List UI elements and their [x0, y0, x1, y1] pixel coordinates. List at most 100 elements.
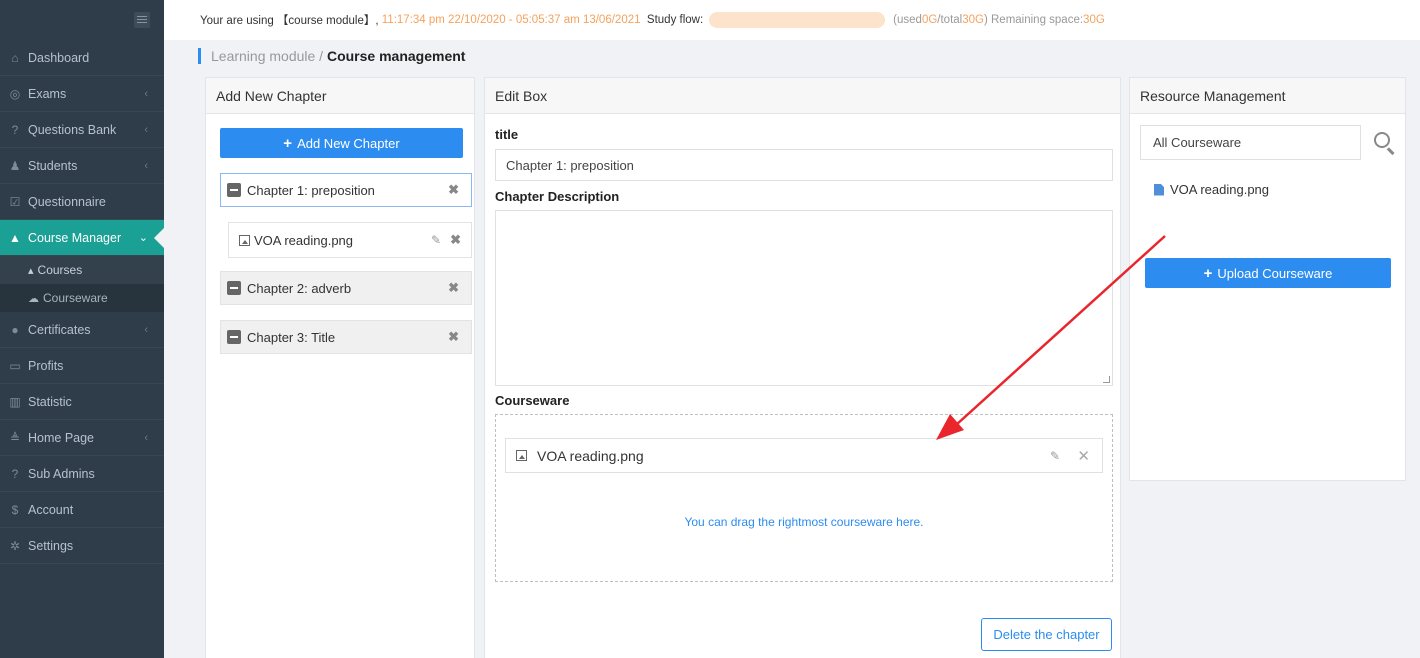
sidebar-subitem-courses[interactable]: ▴ Courses	[0, 256, 164, 284]
sidebar-nav-lower: ● Certificates ‹ ▭ Profits ▥ Statistic ≜ Home Pa…	[0, 312, 164, 564]
resource-file-item[interactable]: VOA reading.png	[1154, 182, 1269, 197]
resize-handle-icon[interactable]	[1103, 376, 1110, 383]
upload-courseware-button[interactable]: + Upload Courseware	[1145, 258, 1391, 288]
chapter-file-item[interactable]: VOA reading.png ✎ ✖	[228, 222, 472, 258]
card-icon: ▭	[9, 358, 21, 373]
chapter-item[interactable]: Chapter 1: preposition ✖	[220, 173, 472, 207]
study-flow-progress-bar	[709, 12, 886, 28]
courseware-file-name: VOA reading.png	[537, 447, 644, 464]
sidebar-item-questionnaire[interactable]: ☑ Questionnaire	[0, 184, 164, 220]
edit-box-panel: Edit Box title Chapter 1: preposition Ch…	[484, 77, 1121, 658]
remaining-prefix: ) Remaining space:	[983, 14, 1084, 26]
sidebar-subitem-label: Courseware	[43, 291, 108, 305]
chevron-icon: ‹	[144, 159, 148, 172]
image-file-icon	[239, 234, 250, 246]
courseware-item[interactable]: VOA reading.png ✎ ✕	[505, 438, 1103, 473]
chapter-item[interactable]: Chapter 2: adverb ✖	[220, 271, 472, 305]
collapse-icon[interactable]	[227, 330, 241, 344]
title-label: title	[495, 127, 519, 142]
sidebar-item-label: Exams	[28, 86, 67, 101]
close-icon[interactable]: ✖	[448, 329, 459, 345]
close-icon[interactable]: ✖	[448, 280, 459, 296]
edit-box-title: Edit Box	[485, 78, 1120, 114]
cloud-icon: ☁	[28, 292, 39, 305]
sidebar-item-label: Settings	[28, 538, 74, 553]
chevron-icon: ⌄	[138, 232, 148, 244]
sidebar-item-statistic[interactable]: ▥ Statistic	[0, 384, 164, 420]
sidebar-item-home-page[interactable]: ≜ Home Page ‹	[0, 420, 164, 456]
drag-hint-text: You can drag the rightmost courseware he…	[684, 515, 924, 529]
sidebar-item-label: Questions Bank	[28, 122, 117, 137]
breadcrumb: Learning module / Course management	[198, 48, 465, 64]
sidebar-item-label: Sub Admins	[28, 466, 95, 481]
chevron-icon: ‹	[144, 87, 148, 100]
check-circle-icon: ◎	[9, 86, 21, 101]
close-icon[interactable]: ✖	[448, 182, 459, 198]
chevron-icon: ‹	[144, 123, 148, 136]
total-prefix: /total	[937, 14, 963, 26]
courseware-label: Courseware	[495, 393, 570, 408]
search-icon[interactable]	[1374, 132, 1390, 148]
sidebar-item-certificates[interactable]: ● Certificates ‹	[0, 312, 164, 348]
breadcrumb-parent[interactable]: Learning module /	[211, 48, 327, 64]
top-status-bar: Your are using 【course module】, 11:17:34…	[164, 0, 1420, 40]
image-file-icon	[516, 450, 527, 461]
license-time-range: 11:17:34 pm 22/10/2020 - 05:05:37 am 13/…	[381, 14, 641, 26]
collapse-icon[interactable]	[227, 281, 241, 295]
close-icon[interactable]: ✕	[1077, 447, 1090, 465]
menu-toggle-icon[interactable]	[134, 12, 150, 28]
sidebar-item-label: Account	[28, 502, 74, 517]
user-group-icon: ♟	[9, 158, 21, 173]
sidebar-item-label: Dashboard	[28, 50, 90, 65]
sidebar-submenu: ▴ Courses ☁ Courseware	[0, 256, 164, 312]
plus-icon: +	[1203, 264, 1213, 282]
sidebar-item-settings[interactable]: ✲ Settings	[0, 528, 164, 564]
close-icon[interactable]: ✖	[450, 232, 461, 248]
breadcrumb-current: Course management	[326, 48, 466, 64]
sidebar-item-label: Students	[28, 158, 78, 173]
bar-chart-icon: ▥	[9, 394, 21, 409]
sidebar-item-questions-bank[interactable]: ? Questions Bank ‹	[0, 112, 164, 148]
sidebar-item-profits[interactable]: ▭ Profits	[0, 348, 164, 384]
sidebar-item-exams[interactable]: ◎ Exams ‹	[0, 76, 164, 112]
add-chapter-label: Add New Chapter	[297, 135, 400, 151]
sidebar-item-label: Certificates	[28, 322, 91, 337]
gear-icon: ✲	[9, 538, 21, 553]
add-chapter-button[interactable]: + Add New Chapter	[220, 128, 463, 158]
courseware-dropzone[interactable]: VOA reading.png ✎ ✕ You can drag the rig…	[495, 414, 1113, 582]
graduation-cap-icon: ▲	[9, 230, 21, 245]
sidebar-item-sub-admins[interactable]: ? Sub Admins	[0, 456, 164, 492]
dollar-icon: $	[11, 502, 19, 517]
chapter-item[interactable]: Chapter 3: Title ✖	[220, 320, 472, 354]
layers-icon: ≜	[9, 430, 21, 445]
delete-chapter-button[interactable]: Delete the chapter	[981, 618, 1112, 651]
file-icon	[1154, 183, 1164, 196]
edit-icon[interactable]: ✎	[1050, 449, 1060, 463]
edit-icon[interactable]: ✎	[431, 233, 441, 247]
chapter-file-name: VOA reading.png	[254, 232, 354, 248]
courseware-filter-input[interactable]: All Courseware	[1140, 125, 1361, 160]
chevron-icon: ‹	[144, 431, 148, 444]
resource-panel-title: Resource Management	[1130, 78, 1405, 114]
sidebar-item-students[interactable]: ♟ Students ‹	[0, 148, 164, 184]
chapter-title: Chapter 1: preposition	[247, 182, 375, 198]
study-flow-label: Study flow:	[646, 14, 704, 26]
chapter-description-textarea[interactable]	[495, 210, 1113, 386]
sidebar-item-dashboard[interactable]: ⌂ Dashboard	[0, 40, 164, 76]
chapter-title-input[interactable]: Chapter 1: preposition	[495, 149, 1113, 181]
collapse-icon[interactable]	[227, 183, 241, 197]
sidebar-item-account[interactable]: $ Account	[0, 492, 164, 528]
plus-icon: +	[283, 134, 293, 152]
upload-courseware-label: Upload Courseware	[1217, 265, 1333, 281]
chapter-title: Chapter 2: adverb	[247, 280, 352, 296]
chapters-panel: Add New Chapter + Add New Chapter Chapte…	[205, 77, 475, 658]
used-value: 0G	[921, 14, 938, 26]
sidebar: ⌂ Dashboard ◎ Exams ‹? Questions Bank ‹ ♟ Studen…	[0, 0, 164, 658]
sidebar-nav: ⌂ Dashboard ◎ Exams ‹? Questions Bank ‹ ♟ Studen…	[0, 40, 164, 256]
chapters-panel-title: Add New Chapter	[206, 78, 474, 114]
sidebar-item-course-manager[interactable]: ▲ Course Manager ⌄	[0, 220, 164, 256]
description-label: Chapter Description	[495, 189, 620, 204]
resource-panel: Resource Management All Courseware VOA r…	[1129, 77, 1406, 481]
sidebar-subitem-courseware[interactable]: ☁ Courseware	[0, 284, 164, 312]
sidebar-item-label: Statistic	[28, 394, 72, 409]
